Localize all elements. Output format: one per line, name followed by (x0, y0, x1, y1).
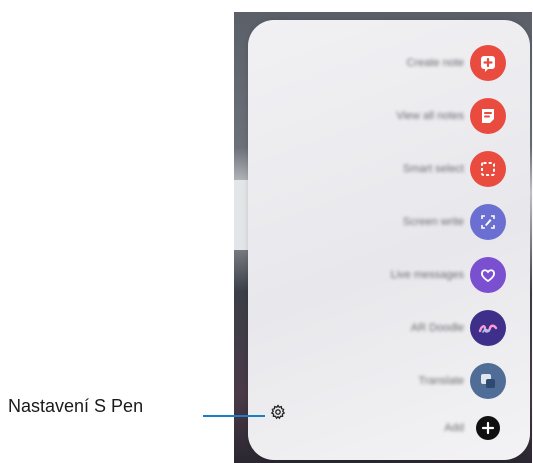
air-command-item-create-note[interactable]: Create note (248, 41, 530, 85)
air-command-item-ar-doodle[interactable]: AR Doodle (248, 306, 530, 350)
callout-line (203, 415, 265, 417)
item-label: Smart select (402, 163, 464, 175)
add-icon[interactable] (476, 416, 500, 440)
air-command-panel: Create note View all notes Smart select … (248, 20, 530, 460)
item-label: View all notes (396, 110, 464, 122)
item-label: AR Doodle (410, 322, 464, 334)
note-add-icon[interactable] (470, 45, 506, 81)
item-label: Create note (406, 57, 464, 69)
air-command-item-translate[interactable]: Translate (248, 359, 530, 403)
air-command-item-view-all-notes[interactable]: View all notes (248, 94, 530, 138)
translate-icon[interactable] (470, 363, 506, 399)
item-label: Live messages (390, 269, 464, 281)
air-command-item-add[interactable]: Add (248, 406, 530, 450)
s-pen-settings-callout-label: Nastavení S Pen (8, 396, 144, 416)
smart-select-icon[interactable] (470, 151, 506, 187)
item-label: Add (444, 422, 464, 434)
air-command-item-live-messages[interactable]: Live messages (248, 253, 530, 297)
gear-icon[interactable] (270, 404, 286, 420)
live-messages-icon[interactable] (470, 257, 506, 293)
screen-write-icon[interactable] (470, 204, 506, 240)
air-command-item-smart-select[interactable]: Smart select (248, 147, 530, 191)
notes-list-icon[interactable] (470, 98, 506, 134)
item-label: Screen write (402, 216, 464, 228)
air-command-item-screen-write[interactable]: Screen write (248, 200, 530, 244)
ar-doodle-icon[interactable] (470, 310, 506, 346)
item-label: Translate (418, 375, 464, 387)
background-app-strip (234, 180, 248, 250)
